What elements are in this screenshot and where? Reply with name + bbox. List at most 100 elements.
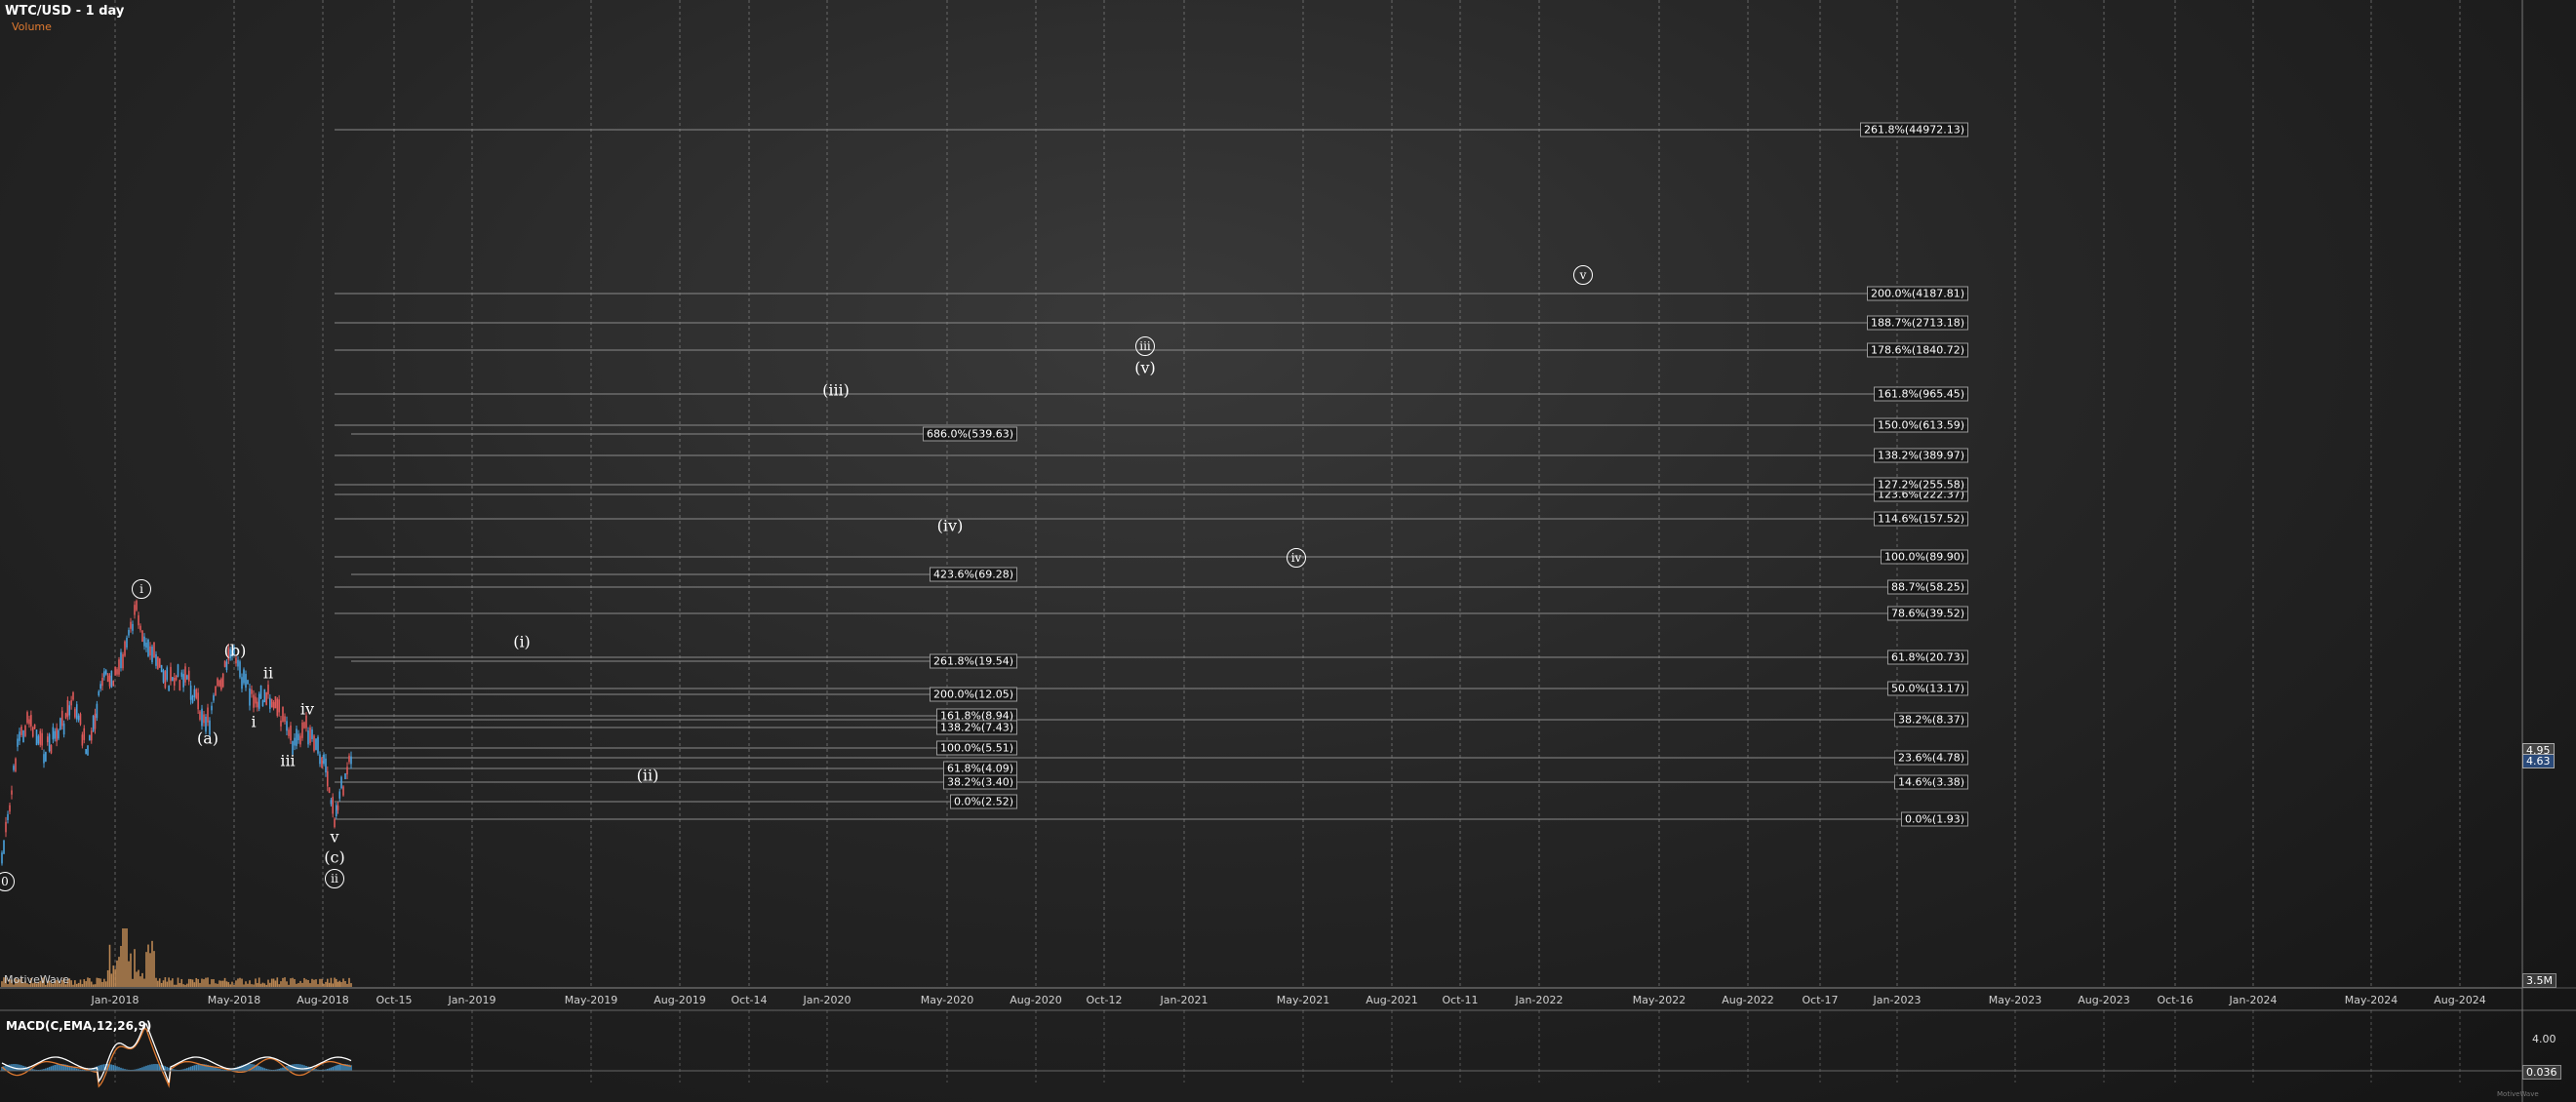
volume-bar <box>265 984 267 987</box>
volume-bar <box>108 944 111 987</box>
candle-body <box>68 705 71 716</box>
candle-body <box>267 685 269 695</box>
volume-bar <box>288 984 290 987</box>
candle-body <box>258 693 260 709</box>
macd-histogram-bar <box>149 1064 151 1071</box>
fib-label-mid[interactable]: 423.6%(69.28) <box>929 567 1017 582</box>
candle-body <box>158 658 161 668</box>
volume-bar <box>139 976 141 987</box>
fib-label-right[interactable]: 188.7%(2713.18) <box>1866 315 1968 331</box>
fib-label-mid[interactable]: 261.8%(19.54) <box>929 653 1017 669</box>
date-label: May-2018 <box>207 994 261 1006</box>
candle-body <box>225 661 228 671</box>
fib-label-mid[interactable]: 61.8%(4.09) <box>942 761 1017 776</box>
fib-label-mid[interactable]: 100.0%(5.51) <box>935 740 1017 756</box>
fib-label-mid[interactable]: 138.2%(7.43) <box>935 720 1017 735</box>
candle-body <box>160 664 163 673</box>
candle-body <box>177 664 179 677</box>
macd-histogram-bar <box>101 1064 103 1071</box>
candle-body <box>344 772 346 779</box>
candle-body <box>17 738 19 747</box>
volume-bar <box>321 978 323 987</box>
fib-label-right[interactable]: 0.0%(1.93) <box>1900 811 1968 827</box>
volume-bar <box>253 984 255 987</box>
volume-bar <box>193 982 196 987</box>
candle-body <box>24 726 26 736</box>
fib-label-right[interactable]: 127.2%(255.58) <box>1873 477 1968 492</box>
macd-histogram-bar <box>116 1066 118 1071</box>
volume-bar <box>191 979 194 987</box>
candle-body <box>132 623 134 631</box>
volume-bar <box>263 983 266 987</box>
candle-body <box>191 695 194 703</box>
candle-body <box>81 734 84 746</box>
motivewave-label: MotiveWave <box>4 973 70 986</box>
fib-label-right[interactable]: 88.7%(58.25) <box>1886 579 1968 595</box>
wave-label-iii-minor: iii <box>280 751 296 770</box>
date-label: Jan-2023 <box>1873 994 1922 1006</box>
date-label: Oct-17 <box>1802 994 1839 1006</box>
fib-label-right[interactable]: 200.0%(4187.81) <box>1866 286 1968 301</box>
fib-label-right[interactable]: 100.0%(89.90) <box>1880 549 1968 565</box>
volume-bar <box>257 983 258 987</box>
volume-bar <box>175 984 178 987</box>
candle-body <box>122 653 124 669</box>
volume-bar <box>334 977 336 987</box>
candle-body <box>92 715 95 732</box>
volume-bar <box>98 978 100 987</box>
fib-label-mid[interactable]: 200.0%(12.05) <box>929 687 1017 702</box>
candle-body <box>193 689 196 697</box>
fib-label-mid[interactable]: 38.2%(3.40) <box>942 774 1017 790</box>
fib-label-right[interactable]: 261.8%(44972.13) <box>1859 122 1968 138</box>
candle-body <box>138 614 139 626</box>
candle-body <box>184 666 186 683</box>
fib-label-right[interactable]: 161.8%(965.45) <box>1873 386 1968 402</box>
fib-label-right[interactable]: 23.6%(4.78) <box>1893 750 1968 766</box>
macd-histogram-bar <box>58 1064 59 1071</box>
candle-body <box>149 646 151 656</box>
candle-body <box>15 758 17 771</box>
volume-bar <box>158 978 161 987</box>
date-label: May-2022 <box>1632 994 1686 1006</box>
candle-body <box>134 605 136 615</box>
candle-body <box>346 767 348 775</box>
candle-body <box>286 721 288 731</box>
volume-bar <box>72 984 74 987</box>
fib-label-right[interactable]: 61.8%(20.73) <box>1886 649 1968 665</box>
fib-label-right[interactable]: 138.2%(389.97) <box>1873 448 1968 463</box>
volume-bar <box>280 981 282 987</box>
candle-body <box>272 701 275 709</box>
candle-body <box>203 714 205 724</box>
fib-label-right[interactable]: 114.6%(157.52) <box>1873 511 1968 527</box>
volume-bar <box>259 983 262 987</box>
candle-body <box>48 733 51 752</box>
volume-bar <box>75 983 78 987</box>
volume-bar <box>101 981 103 987</box>
fib-label-right[interactable]: 178.6%(1840.72) <box>1866 342 1968 358</box>
volume-bar <box>173 984 176 987</box>
fib-label-right[interactable]: 50.0%(13.17) <box>1886 681 1968 696</box>
macd-histogram-bar <box>20 1065 22 1071</box>
volume-bar <box>338 980 341 987</box>
volume-bar <box>178 983 181 987</box>
macd-histogram-bar <box>195 1064 198 1071</box>
candle-body <box>249 688 251 706</box>
volume-bar <box>294 978 296 987</box>
candle-body <box>182 674 184 688</box>
macd-histogram-bar <box>299 1064 301 1071</box>
candle-body <box>3 840 5 854</box>
fib-label-right[interactable]: 38.2%(8.37) <box>1893 712 1968 728</box>
candle-body <box>110 670 113 688</box>
macd-histogram-bar <box>143 1066 145 1071</box>
candle-body <box>46 736 49 743</box>
candle-body <box>178 680 181 690</box>
candle-body <box>278 699 280 713</box>
fib-label-mid[interactable]: 0.0%(2.52) <box>949 794 1017 809</box>
fib-label-right[interactable]: 14.6%(3.38) <box>1893 774 1968 790</box>
candle-body <box>207 707 209 723</box>
fib-label-right[interactable]: 150.0%(613.59) <box>1873 417 1968 433</box>
fib-label-right[interactable]: 78.6%(39.52) <box>1886 606 1968 621</box>
volume-axis-value: 3.5M <box>2522 973 2556 988</box>
fib-label-mid[interactable]: 686.0%(539.63) <box>922 426 1017 442</box>
candle-body <box>201 708 203 727</box>
